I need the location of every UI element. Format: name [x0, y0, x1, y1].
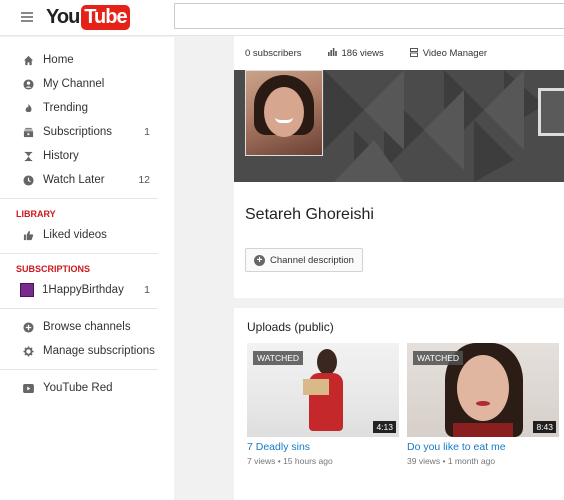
- person-icon: [22, 78, 34, 90]
- sidebar-divider: [0, 253, 158, 254]
- main-content: 0 subscribers 186 views Video Manager Se…: [234, 36, 564, 500]
- channel-name: Setareh Ghoreishi: [245, 206, 374, 223]
- channel-stats-bar: 0 subscribers 186 views Video Manager: [234, 36, 564, 70]
- sidebar-item-label: Subscriptions: [43, 126, 113, 138]
- subscriptions-count: 1: [144, 126, 150, 138]
- youtube-red-icon: [22, 382, 34, 394]
- meta-separator: •: [442, 456, 446, 466]
- watch-later-count: 12: [138, 174, 150, 186]
- search-input[interactable]: [174, 3, 564, 29]
- plus-circle-icon: [22, 321, 34, 333]
- sidebar-divider: [0, 198, 158, 199]
- sidebar: Home My Channel Trending Subscriptions 1…: [0, 37, 174, 500]
- clock-icon: [22, 174, 34, 186]
- video-title[interactable]: Do you like to eat me: [407, 441, 559, 453]
- sidebar-item-subscriptions[interactable]: Subscriptions 1: [0, 120, 174, 144]
- sidebar-item-label: My Channel: [43, 78, 105, 90]
- sidebar-item-label: Watch Later: [43, 174, 105, 186]
- video-item[interactable]: WATCHED 8:43 Do you like to eat me 39 vi…: [407, 343, 559, 466]
- subscribers-count: 0 subscribers: [245, 47, 302, 59]
- video-meta: 7 views • 15 hours ago: [247, 456, 399, 466]
- subscribers-stat: 0 subscribers: [245, 48, 302, 59]
- video-thumbnail[interactable]: WATCHED 4:13: [247, 343, 399, 437]
- video-list: WATCHED 4:13 7 Deadly sins 7 views • 15 …: [247, 343, 564, 466]
- video-thumbnail[interactable]: WATCHED 8:43: [407, 343, 559, 437]
- channel-description-button[interactable]: + Channel description: [245, 248, 363, 272]
- channel-banner: [234, 70, 564, 182]
- watched-badge: WATCHED: [413, 351, 464, 365]
- sidebar-item-browse-channels[interactable]: Browse channels: [0, 315, 174, 339]
- sidebar-item-label: Browse channels: [43, 321, 131, 333]
- channel-avatar[interactable]: [245, 70, 323, 156]
- sidebar-divider: [0, 369, 158, 370]
- bar-chart-icon: [327, 48, 337, 58]
- video-age: 1 month ago: [447, 456, 496, 466]
- sidebar-item-label: Liked videos: [43, 229, 107, 241]
- watched-badge: WATCHED: [253, 351, 304, 365]
- sidebar-item-label: Manage subscriptions: [43, 345, 155, 357]
- video-views: 7 views: [247, 456, 276, 466]
- youtube-logo[interactable]: You Tube: [46, 4, 130, 30]
- video-duration: 4:13: [373, 421, 396, 433]
- views-stat: 186 views: [327, 47, 384, 59]
- sidebar-divider: [0, 308, 158, 309]
- views-count: 186 views: [341, 47, 384, 59]
- video-views: 39 views: [407, 456, 441, 466]
- sidebar-item-watch-later[interactable]: Watch Later 12: [0, 168, 174, 192]
- sidebar-item-manage-subscriptions[interactable]: Manage subscriptions: [0, 339, 174, 363]
- sidebar-item-my-channel[interactable]: My Channel: [0, 72, 174, 96]
- sidebar-item-1happybirthday[interactable]: 1HappyBirthday 1: [0, 278, 174, 302]
- video-item[interactable]: WATCHED 4:13 7 Deadly sins 7 views • 15 …: [247, 343, 399, 466]
- sidebar-item-liked-videos[interactable]: Liked videos: [0, 223, 174, 247]
- channel-description-label: Channel description: [270, 254, 354, 266]
- flame-icon: [22, 102, 34, 114]
- banner-laptop-graphic: [538, 88, 564, 136]
- plus-icon: +: [254, 254, 265, 266]
- uploads-section: Uploads (public) WATCHED 4:13 7 Deadly s…: [234, 308, 564, 500]
- video-manager-icon: [409, 47, 418, 59]
- video-manager-link[interactable]: Video Manager: [409, 47, 488, 59]
- sidebar-item-trending[interactable]: Trending: [0, 96, 174, 120]
- sidebar-item-label: 1HappyBirthday: [42, 284, 124, 296]
- logo-text-you: You: [46, 5, 80, 28]
- library-heading: LIBRARY: [16, 209, 56, 219]
- subscription-count: 1: [144, 284, 150, 296]
- thumbs-up-icon: [22, 229, 34, 241]
- sidebar-item-label: History: [43, 150, 79, 162]
- uploads-title[interactable]: Uploads (public): [247, 320, 564, 334]
- channel-avatar: [20, 283, 34, 297]
- sidebar-item-home[interactable]: Home: [0, 48, 174, 72]
- sidebar-item-label: Home: [43, 54, 74, 66]
- video-title[interactable]: 7 Deadly sins: [247, 441, 399, 453]
- video-duration: 8:43: [533, 421, 556, 433]
- video-age: 15 hours ago: [283, 456, 333, 466]
- channel-description-row: + Channel description: [234, 238, 564, 298]
- sidebar-item-youtube-red[interactable]: YouTube Red: [0, 376, 174, 400]
- logo-text-tube: Tube: [81, 4, 130, 30]
- sidebar-item-label: Trending: [43, 102, 88, 114]
- menu-icon[interactable]: [21, 12, 33, 22]
- home-icon: [22, 54, 34, 66]
- video-manager-label: Video Manager: [422, 47, 488, 59]
- subscriptions-heading: SUBSCRIPTIONS: [16, 264, 91, 274]
- top-bar: You Tube: [0, 0, 564, 36]
- video-meta: 39 views • 1 month ago: [407, 456, 559, 466]
- sidebar-item-history[interactable]: History: [0, 144, 174, 168]
- meta-separator: •: [277, 456, 281, 466]
- hourglass-icon: [22, 150, 34, 162]
- gear-icon: [22, 345, 34, 357]
- subscriptions-icon: [22, 126, 34, 138]
- sidebar-item-label: YouTube Red: [43, 382, 113, 394]
- channel-header-card: 0 subscribers 186 views Video Manager Se…: [234, 36, 564, 298]
